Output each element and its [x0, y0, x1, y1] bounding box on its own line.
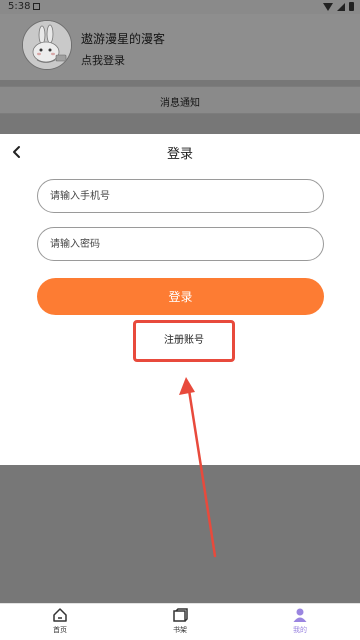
phone-input[interactable] [37, 179, 324, 213]
tab-home-label: 首页 [53, 626, 67, 634]
status-bar: 5:38 [0, 0, 360, 14]
password-input[interactable] [37, 227, 324, 261]
rabbit-avatar-icon [23, 21, 71, 69]
tab-home[interactable]: 首页 [30, 607, 90, 635]
signal-icon [337, 2, 345, 11]
battery-icon [349, 2, 354, 11]
bookshelf-icon [173, 608, 188, 622]
tab-bookshelf[interactable]: 书架 [150, 607, 210, 635]
status-time: 5:38 [8, 1, 31, 12]
login-title: 登录 [166, 147, 193, 162]
bottom-tab-bar: 首页 书架 我的 [0, 603, 360, 640]
login-sheet: 登录 登录 注册账号 [0, 134, 360, 465]
tab-mine[interactable]: 我的 [270, 607, 330, 635]
notification-row[interactable]: 消息通知 [0, 86, 360, 114]
notification-label: 消息通知 [160, 98, 200, 109]
profile-icon [293, 608, 307, 622]
tab-mine-label: 我的 [293, 626, 307, 634]
nickname: 遨游漫星的漫客 [81, 32, 166, 46]
profile-header[interactable]: 遨游漫星的漫客 点我登录 [0, 14, 360, 80]
register-link[interactable]: 注册账号 [136, 323, 232, 359]
register-highlight-box: 注册账号 [133, 320, 235, 362]
status-icons [323, 2, 354, 11]
avatar[interactable] [22, 20, 72, 70]
login-prompt-link[interactable]: 点我登录 [81, 52, 125, 68]
wifi-icon [323, 2, 333, 11]
login-button[interactable]: 登录 [37, 278, 324, 315]
tab-bookshelf-label: 书架 [173, 626, 187, 634]
home-icon [53, 608, 67, 622]
notification-icon [33, 3, 40, 10]
